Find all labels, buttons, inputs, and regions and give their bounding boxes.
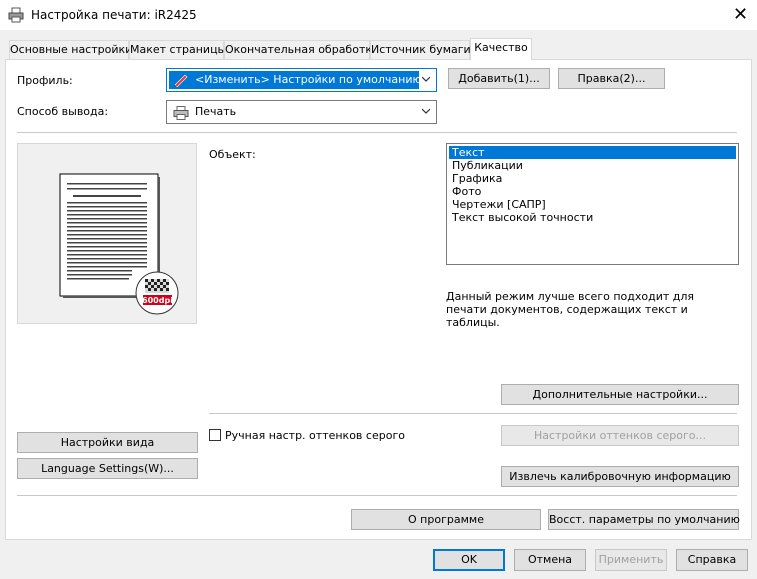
output-label: Способ вывода: — [17, 105, 109, 118]
gray-settings-button[interactable]: Настройки оттенков серого... — [501, 425, 739, 446]
about-button[interactable]: О программе — [351, 509, 541, 530]
object-listbox[interactable]: Текст Публикации Графика Фото Чертежи [С… — [446, 143, 739, 265]
list-item-cad[interactable]: Чертежи [САПР] — [449, 198, 736, 211]
tab-page-layout[interactable]: Макет страницы — [129, 40, 226, 59]
tab-basic[interactable]: Основные настройки — [9, 40, 132, 59]
divider — [17, 132, 737, 133]
manual-gray-checkbox[interactable] — [209, 429, 221, 441]
help-button[interactable]: Справка — [676, 549, 748, 571]
ok-button[interactable]: OK — [433, 549, 505, 571]
tab-quality[interactable]: Качество — [470, 38, 532, 60]
document-preview-icon: 600dpi — [59, 173, 179, 315]
advanced-settings-button[interactable]: Дополнительные настройки... — [501, 384, 739, 405]
edit-profile-button[interactable]: Правка(2)... — [558, 68, 665, 89]
list-item-photo[interactable]: Фото — [449, 185, 736, 198]
language-settings-button[interactable]: Language Settings(W)... — [17, 458, 198, 479]
output-select[interactable]: Печать — [166, 100, 437, 124]
profile-select[interactable]: <Изменить> Настройки по умолчанию — [166, 68, 437, 92]
list-item-high-precision-text[interactable]: Текст высокой точности — [449, 211, 736, 224]
cancel-button[interactable]: Отмена — [514, 549, 586, 571]
output-value: Печать — [195, 105, 237, 118]
profile-label: Профиль: — [17, 74, 73, 87]
view-settings-button[interactable]: Настройки вида — [17, 432, 198, 453]
window-title: Настройка печати: iR2425 — [31, 8, 197, 22]
list-item-graphics[interactable]: Графика — [449, 172, 736, 185]
printer-icon — [173, 106, 189, 120]
preview-area: 600dpi — [17, 143, 197, 324]
object-label: Объект: — [209, 148, 256, 161]
list-item-publications[interactable]: Публикации — [449, 159, 736, 172]
profile-value: <Изменить> Настройки по умолчанию — [195, 73, 422, 86]
dpi-badge: 600dpi — [142, 296, 173, 305]
pencil-icon — [174, 74, 188, 87]
add-profile-button[interactable]: Добавить(1)... — [448, 68, 550, 89]
apply-button[interactable]: Применить — [595, 549, 667, 571]
divider — [17, 495, 737, 496]
divider — [209, 413, 737, 414]
chevron-down-icon — [422, 108, 430, 114]
calibration-button[interactable]: Извлечь калибровочную информацию — [501, 466, 739, 487]
manual-gray-label: Ручная настр. оттенков серого — [225, 429, 405, 442]
printer-icon — [8, 7, 24, 23]
tab-finishing[interactable]: Окончательная обработка — [224, 40, 379, 59]
mode-description: Данный режим лучше всего подходит для пе… — [446, 290, 695, 329]
list-item-text[interactable]: Текст — [449, 146, 736, 159]
tab-paper-source[interactable]: Источник бумаги — [370, 40, 471, 59]
chevron-down-icon — [422, 76, 430, 82]
restore-defaults-button[interactable]: Восст. параметры по умолчанию — [548, 509, 740, 530]
close-icon[interactable]: ✕ — [724, 0, 757, 30]
